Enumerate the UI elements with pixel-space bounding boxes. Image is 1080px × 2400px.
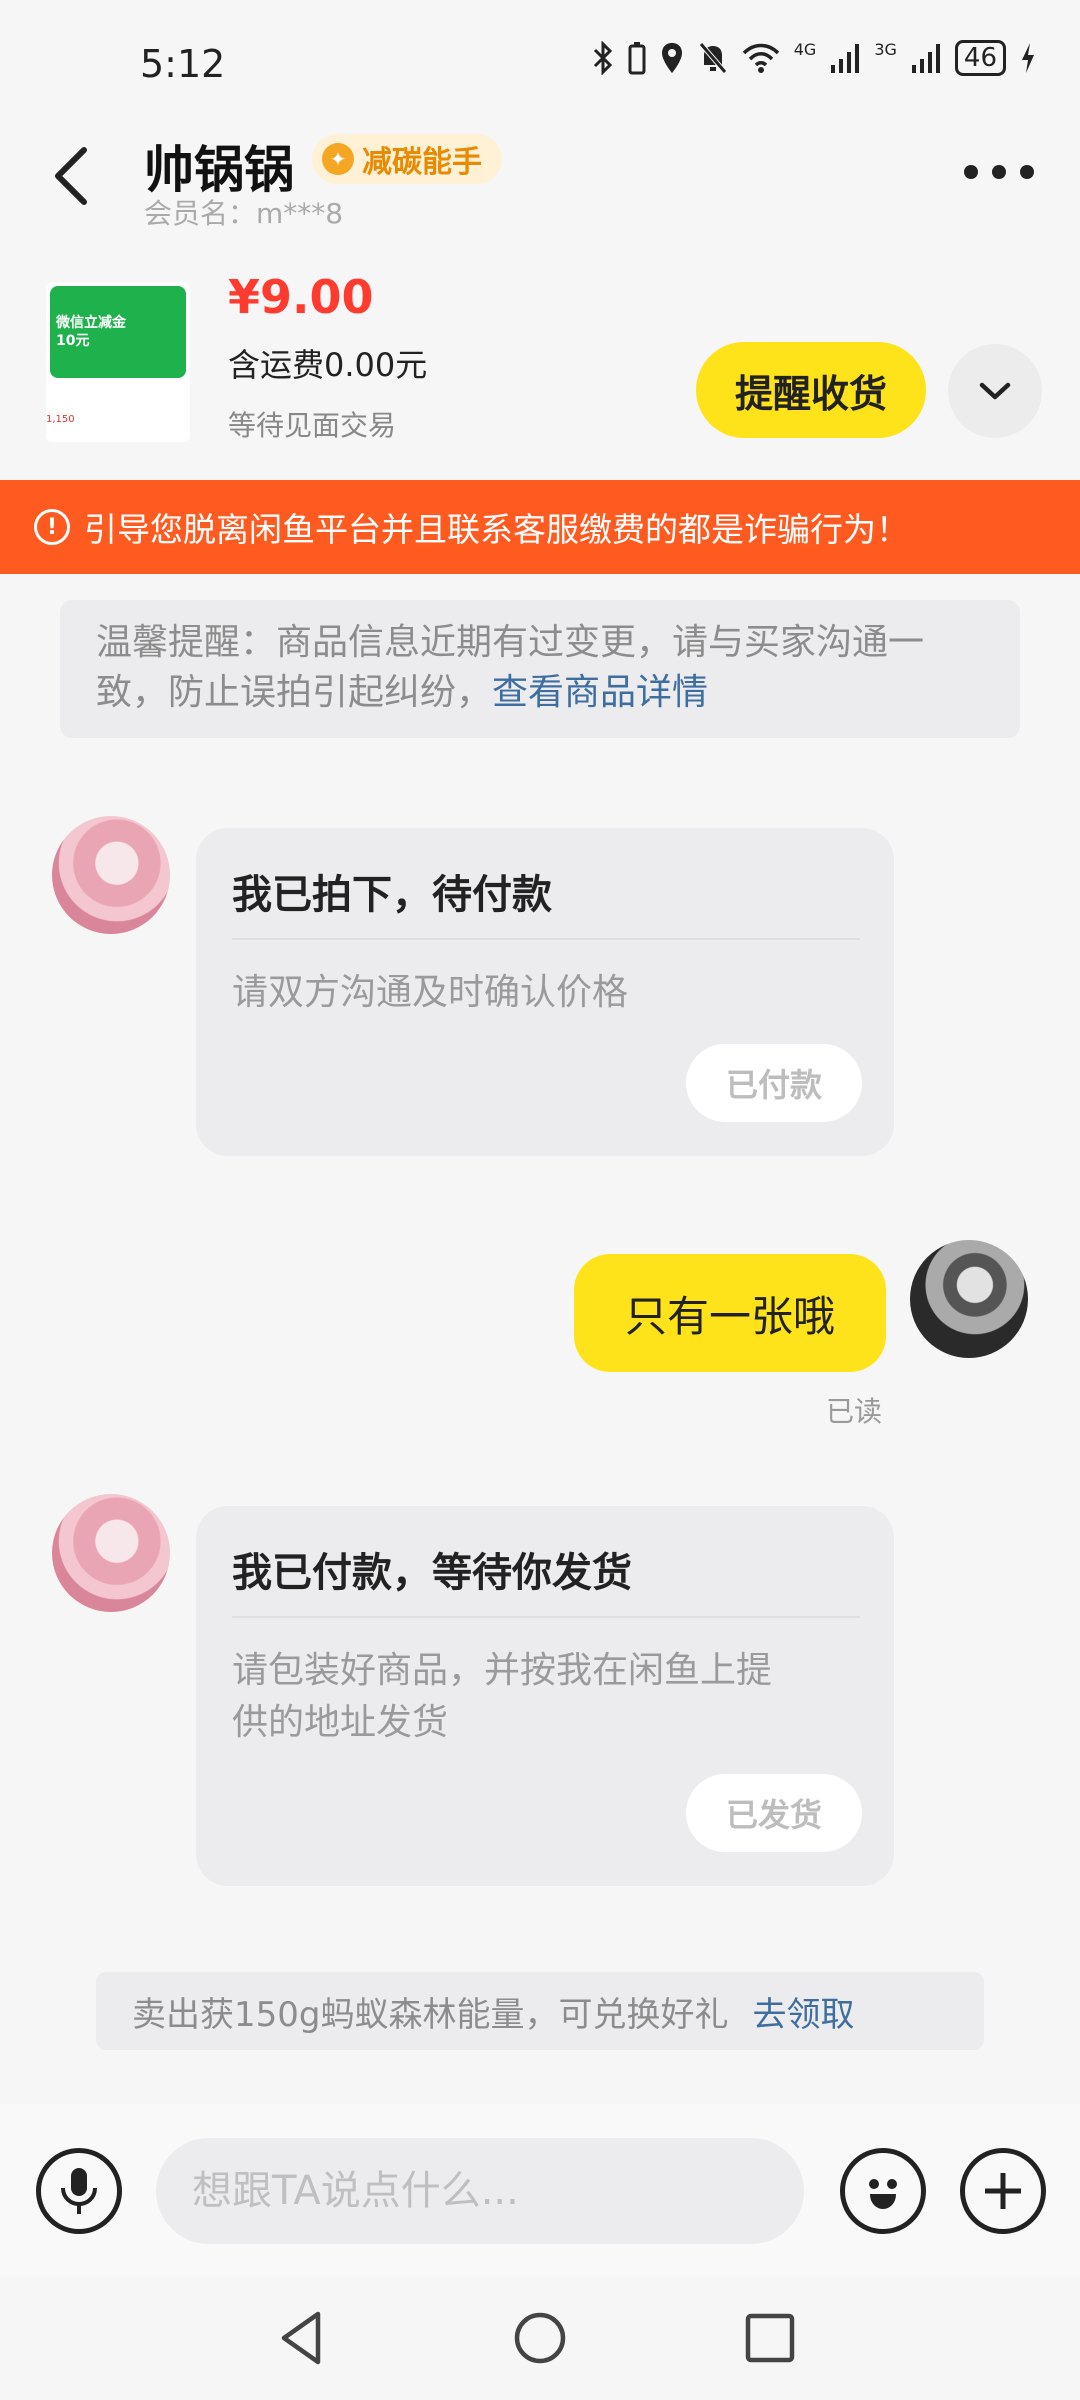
network-4g-label: 4G	[793, 40, 817, 59]
thumbnail-card: 微信立减金 10元	[50, 286, 186, 378]
paid-button[interactable]: 已付款	[686, 1044, 862, 1122]
more-dot-icon	[1020, 165, 1034, 179]
order-card-pending: 我已拍下，待付款 请双方沟通及时确认价格 已付款	[196, 828, 894, 1156]
back-arrow-icon	[55, 147, 87, 205]
nav-home-button[interactable]	[510, 2308, 570, 2368]
member-name: 会员名：m***8	[144, 197, 344, 230]
avatar[interactable]	[910, 1240, 1028, 1358]
voice-button[interactable]	[36, 2148, 122, 2234]
battery-level: 46	[954, 40, 1006, 76]
product-price: ¥9.00	[228, 270, 374, 324]
card-description: 请双方沟通及时确认价格	[232, 972, 629, 1013]
card-title: 我已拍下，待付款	[232, 872, 552, 918]
trade-status: 等待见面交易	[228, 409, 397, 442]
chevron-down-icon	[979, 382, 1011, 400]
avatar[interactable]	[52, 816, 170, 934]
add-button[interactable]	[960, 2148, 1046, 2234]
avatar[interactable]	[52, 1494, 170, 1612]
emoji-icon	[869, 2179, 897, 2209]
fraud-warning-bar: ! 引导您脱离闲鱼平台并且联系客服缴费的都是诈骗行为！	[0, 480, 1080, 574]
charging-icon	[1022, 43, 1034, 73]
energy-reward-bar: 卖出获150g蚂蚁森林能量，可兑换好礼 去领取	[96, 1972, 984, 2050]
card-title: 我已付款，等待你发货	[232, 1550, 632, 1596]
square-recents-icon	[745, 2313, 795, 2363]
nav-recents-button[interactable]	[740, 2308, 800, 2368]
shipped-button[interactable]: 已发货	[686, 1774, 862, 1852]
plus-icon	[985, 2173, 1021, 2209]
card-description-line-2: 供的地址发货	[232, 1702, 449, 1743]
emoji-button[interactable]	[840, 2148, 926, 2234]
read-status: 已读	[826, 1395, 883, 1428]
shipping-fee: 含运费0.00元	[228, 346, 428, 384]
carbon-badge[interactable]: ✦ 减碳能手	[312, 134, 502, 184]
bluetooth-icon	[593, 41, 612, 75]
more-dot-icon	[992, 165, 1006, 179]
battery-small-icon	[628, 42, 646, 75]
thumbnail-text-2: 10元	[56, 333, 90, 349]
card-divider	[232, 1616, 860, 1618]
location-icon	[661, 43, 682, 73]
expand-button[interactable]	[948, 344, 1042, 438]
order-card-paid: 我已付款，等待你发货 请包装好商品，并按我在闲鱼上提 供的地址发货 已发货	[196, 1506, 894, 1886]
triangle-back-icon	[281, 2311, 321, 2365]
thumbnail-text-1: 微信立减金	[56, 315, 126, 331]
leaf-icon: ✦	[322, 143, 354, 175]
microphone-icon	[61, 2168, 97, 2214]
thumbnail-footer: 1,150	[46, 414, 75, 425]
more-dot-icon	[964, 165, 978, 179]
warning-text: 引导您脱离闲鱼平台并且联系客服缴费的都是诈骗行为！	[84, 510, 909, 549]
card-divider	[232, 938, 860, 940]
network-3g-label: 3G	[874, 40, 897, 59]
chat-bubble[interactable]: 只有一张哦	[574, 1254, 886, 1372]
signal-icon	[831, 44, 860, 73]
carbon-badge-label: 减碳能手	[362, 145, 482, 180]
nav-back-button[interactable]	[274, 2308, 334, 2368]
view-product-details-link[interactable]: 查看商品详情	[492, 672, 708, 713]
status-time: 5:12	[140, 42, 226, 86]
signal-icon-2	[911, 44, 940, 73]
mute-bell-icon	[698, 42, 727, 74]
warning-icon: !	[34, 509, 70, 545]
card-description-line-1: 请包装好商品，并按我在闲鱼上提	[232, 1650, 773, 1691]
back-button[interactable]	[44, 136, 104, 216]
system-nav-bar	[0, 2276, 1080, 2400]
wifi-icon	[742, 43, 779, 73]
status-icons: 4G 3G 46	[592, 40, 1036, 76]
remind-receipt-button[interactable]: 提醒收货	[696, 342, 926, 438]
message-input[interactable]	[156, 2138, 804, 2244]
energy-reward-text: 卖出获150g蚂蚁森林能量，可兑换好礼	[132, 1994, 729, 2035]
change-notice: 温馨提醒：商品信息近期有过变更，请与买家沟通一致，防止误拍引起纠纷，查看商品详情	[60, 600, 1020, 738]
claim-reward-link[interactable]: 去领取	[752, 1987, 854, 2036]
circle-home-icon	[514, 2312, 566, 2364]
product-thumbnail[interactable]: 微信立减金 10元 1,150	[46, 282, 190, 442]
more-options-button[interactable]	[964, 150, 1034, 194]
